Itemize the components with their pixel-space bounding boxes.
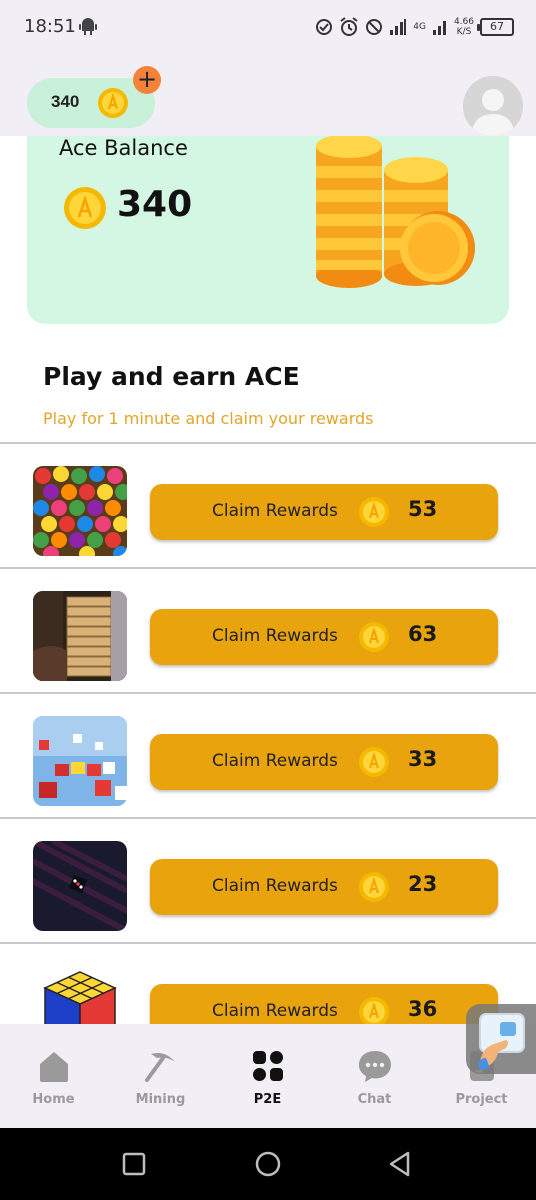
network-type: 4G [413, 22, 426, 32]
signal-icon [390, 19, 407, 35]
data-saver-icon [316, 19, 333, 35]
jenga-tower-image [33, 591, 127, 681]
claim-rewards-label: Claim Rewards [212, 1001, 338, 1021]
section-title: Play and earn ACE [43, 362, 300, 391]
system-navigation-bar [0, 1128, 536, 1200]
game-thumbnail-balls[interactable] [33, 466, 127, 556]
ace-coin-icon [359, 622, 389, 652]
grid-icon [253, 1051, 283, 1081]
claim-rewards-button[interactable]: Claim Rewards 33 [150, 734, 498, 790]
balance-card: Ace Balance 340 [27, 136, 509, 324]
letter-cubes-image [33, 716, 127, 806]
game-thumbnail-dice[interactable] [33, 841, 127, 931]
ace-coin-icon [359, 872, 389, 902]
reward-amount: 33 [408, 747, 438, 771]
game-row: Claim Rewards 53 [0, 444, 536, 569]
pickaxe-icon [145, 1053, 175, 1082]
battery-icon: 67 [477, 18, 514, 36]
dark-dice-image [33, 841, 127, 931]
user-avatar-icon [463, 76, 523, 136]
screenshot-hand-icon [478, 1013, 525, 1070]
ace-coin-icon [359, 997, 389, 1024]
battery-level: 67 [490, 20, 504, 33]
nav-label-home: Home [32, 1092, 75, 1107]
game-thumbnail-jenga[interactable] [33, 591, 127, 681]
nav-item-home[interactable]: Home [0, 1024, 107, 1128]
reward-amount: 53 [408, 497, 438, 521]
game-row: Claim Rewards 23 [0, 819, 536, 944]
add-balance-button[interactable]: + [133, 66, 161, 94]
game-thumbnail-rubiks[interactable] [41, 968, 119, 1024]
status-icons: 4G 4.66 K/S 67 [315, 14, 514, 40]
balance-card-title: Ace Balance [59, 136, 188, 160]
network-speed-value: 4.66 [453, 17, 474, 27]
claim-rewards-button[interactable]: Claim Rewards 36 [150, 984, 498, 1024]
app-header: 340 + [0, 56, 536, 136]
do-not-disturb-icon [366, 19, 383, 35]
claim-rewards-label: Claim Rewards [212, 876, 338, 896]
claim-rewards-button[interactable]: Claim Rewards 63 [150, 609, 498, 665]
back-triangle-icon[interactable] [386, 1150, 414, 1178]
nav-label-project: Project [455, 1092, 508, 1107]
status-bar: 18:51 4G 4.66 K/S 67 [0, 0, 536, 56]
rubiks-cube-image [41, 968, 119, 1024]
signal-icon-2 [432, 21, 446, 35]
network-speed: 4.66 K/S [454, 17, 474, 37]
game-list[interactable]: Claim Rewards 53 Claim Rewards 63 Claim … [0, 442, 536, 1024]
balance-card-value: 340 [117, 184, 193, 225]
status-time: 18:51 [24, 16, 76, 37]
game-row: Claim Rewards 63 [0, 569, 536, 694]
nav-label-p2e: P2E [253, 1092, 282, 1107]
ace-coin-icon [64, 187, 106, 229]
game-thumbnail-cubes[interactable] [33, 716, 127, 806]
reward-amount: 63 [408, 622, 438, 646]
nav-item-p2e[interactable]: P2E [214, 1024, 321, 1128]
game-row: Claim Rewards 33 [0, 694, 536, 819]
section-subtitle: Play for 1 minute and claim your rewards [43, 409, 374, 428]
bottom-nav: Home Mining P2E Chat Project [0, 1024, 536, 1128]
coin-stack-illustration [316, 136, 475, 288]
nav-label-mining: Mining [135, 1092, 186, 1107]
pill-balance-value: 340 [51, 92, 80, 111]
home-circle-icon[interactable] [254, 1150, 282, 1178]
claim-rewards-button[interactable]: Claim Rewards 53 [150, 484, 498, 540]
ace-coin-icon [359, 747, 389, 777]
game-row: Claim Rewards 36 [0, 944, 536, 1024]
android-icon [79, 18, 97, 35]
ace-coin-icon [98, 88, 128, 118]
claim-rewards-label: Claim Rewards [212, 751, 338, 771]
colorful-balls-image [33, 466, 127, 556]
chat-bubble-icon [359, 1051, 391, 1082]
alarm-icon [340, 17, 358, 36]
reward-amount: 36 [408, 997, 438, 1021]
claim-rewards-button[interactable]: Claim Rewards 23 [150, 859, 498, 915]
avatar[interactable] [463, 76, 523, 136]
network-speed-unit: K/S [456, 27, 472, 37]
recent-apps-icon[interactable] [120, 1150, 148, 1178]
claim-rewards-label: Claim Rewards [212, 501, 338, 521]
home-icon [40, 1052, 68, 1082]
claim-rewards-label: Claim Rewards [212, 626, 338, 646]
floating-assistant-button[interactable] [466, 1004, 536, 1074]
reward-amount: 23 [408, 872, 438, 896]
ace-coin-icon [359, 497, 389, 527]
nav-item-mining[interactable]: Mining [107, 1024, 214, 1128]
nav-item-chat[interactable]: Chat [321, 1024, 428, 1128]
nav-label-chat: Chat [357, 1092, 392, 1107]
